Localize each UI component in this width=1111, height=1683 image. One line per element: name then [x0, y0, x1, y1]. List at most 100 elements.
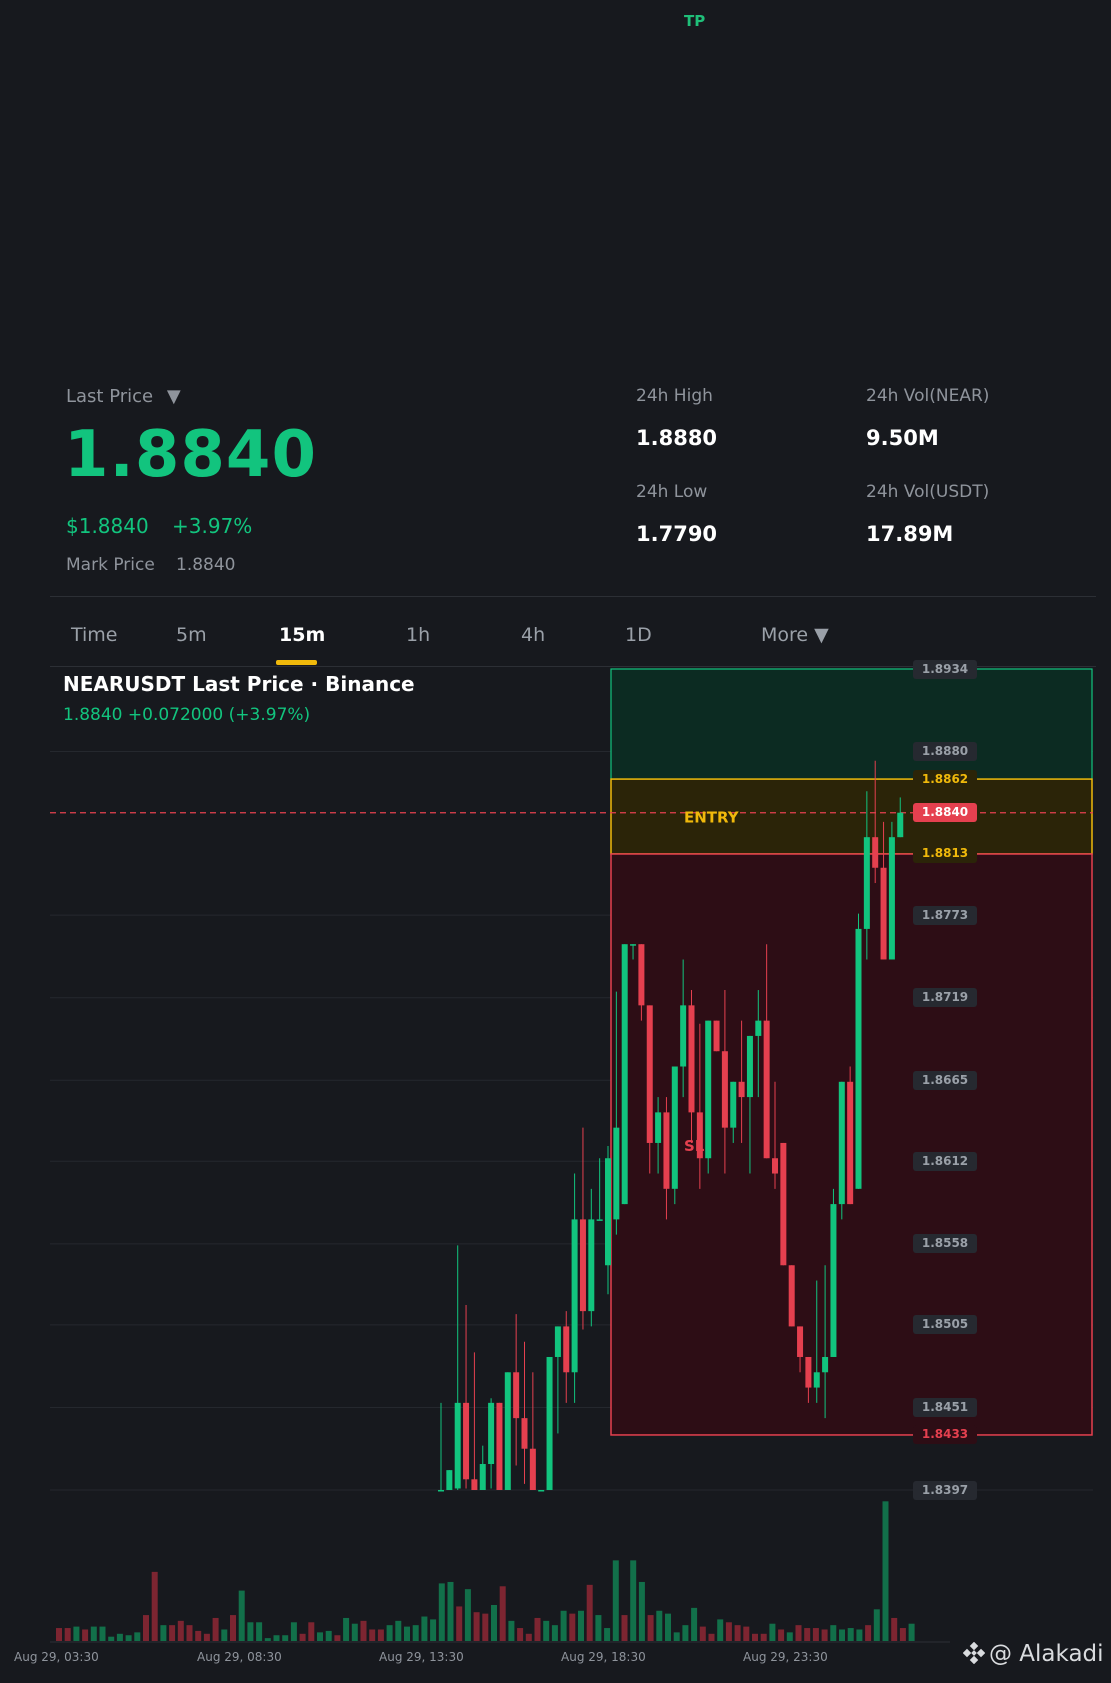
- volume-bar: [821, 1629, 828, 1641]
- price-axis-label: 1.8773: [913, 905, 977, 925]
- candle: [713, 1020, 720, 1052]
- volume-bar: [882, 1501, 889, 1641]
- volume-bar: [395, 1620, 402, 1641]
- volume-bar: [847, 1628, 854, 1641]
- volume-bar: [691, 1607, 698, 1641]
- candle: [579, 1127, 586, 1330]
- sl-label: SL: [684, 1137, 705, 1155]
- volume-bar: [212, 1617, 219, 1641]
- candle: [438, 1402, 444, 1492]
- price-axis-label: 1.8840: [913, 803, 977, 823]
- price-axis-label: 1.8558: [913, 1234, 977, 1254]
- volume-bar: [447, 1581, 454, 1641]
- price-axis-label: 1.8719: [913, 988, 977, 1008]
- volume-bar: [560, 1610, 567, 1641]
- volume-bar: [177, 1620, 184, 1641]
- volume-bar: [334, 1635, 341, 1641]
- volume-bar: [638, 1581, 645, 1641]
- volume-bar: [290, 1622, 297, 1641]
- volume-bar: [404, 1626, 410, 1641]
- volume-bar: [482, 1613, 489, 1641]
- volume-bar: [421, 1616, 428, 1641]
- candle: [488, 1398, 495, 1489]
- volume-bar: [473, 1612, 480, 1641]
- volume-bar: [186, 1625, 193, 1641]
- candle: [888, 821, 895, 960]
- volume-bar: [195, 1630, 202, 1641]
- candle: [463, 1305, 470, 1489]
- volume-bar: [351, 1623, 358, 1641]
- volume-bar: [665, 1613, 671, 1641]
- volume-bar: [656, 1610, 663, 1641]
- volume-bar: [760, 1633, 767, 1641]
- time-label: Aug 29, 18:30: [561, 1650, 646, 1664]
- volume-bar: [169, 1625, 176, 1641]
- tp-zone: [610, 668, 1093, 780]
- watermark-text: @ Alakadi: [989, 1641, 1104, 1667]
- volume-bar: [786, 1632, 793, 1641]
- candle: [705, 1020, 712, 1174]
- volume-bar: [908, 1623, 915, 1641]
- volume-bar: [230, 1615, 236, 1641]
- volume-bar: [282, 1635, 289, 1641]
- volume-bar: [203, 1633, 210, 1641]
- volume-bar: [325, 1630, 332, 1641]
- volume-bar: [812, 1628, 819, 1641]
- volume-bar: [308, 1622, 315, 1641]
- volume-bar: [595, 1615, 602, 1641]
- volume-bar: [734, 1625, 741, 1641]
- volume-bar: [508, 1620, 515, 1641]
- candle: [471, 1352, 478, 1490]
- volume-bar: [899, 1628, 906, 1641]
- volume-bar: [682, 1625, 689, 1641]
- candle: [588, 1188, 595, 1327]
- volume-bar: [247, 1622, 254, 1641]
- entry-label: ENTRY: [684, 809, 740, 827]
- volume-bar: [517, 1628, 524, 1641]
- volume-bar: [377, 1629, 384, 1641]
- volume-bar: [116, 1633, 123, 1641]
- candle: [571, 1173, 578, 1403]
- volume-bar: [708, 1633, 715, 1641]
- candle: [538, 1490, 545, 1492]
- candle: [554, 1326, 561, 1434]
- chart-price-line: 1.8840 +0.072000 (+3.97%): [63, 705, 311, 725]
- volume-bar: [856, 1629, 863, 1641]
- binance-logo-icon: [962, 1641, 986, 1665]
- price-axis-label: 1.8862: [913, 769, 977, 789]
- volume-bar: [569, 1613, 576, 1641]
- candle: [596, 1158, 603, 1221]
- candle: [605, 1146, 611, 1295]
- volume-bar: [604, 1628, 611, 1641]
- volume-bar: [412, 1625, 419, 1641]
- volume-bar: [673, 1632, 680, 1641]
- volume-bar: [73, 1626, 80, 1641]
- time-label: Aug 29, 08:30: [197, 1650, 282, 1664]
- candle: [855, 913, 862, 1189]
- candle: [529, 1372, 536, 1490]
- volume-bar: [612, 1560, 619, 1641]
- candle: [788, 1265, 795, 1327]
- volume-bar: [386, 1625, 393, 1641]
- price-axis-label: 1.8813: [913, 844, 977, 864]
- volume-bar: [456, 1606, 463, 1641]
- volume-bar: [578, 1610, 584, 1641]
- volume-bar: [108, 1636, 115, 1641]
- candle: [847, 1066, 854, 1205]
- volume-bar: [551, 1625, 558, 1641]
- candle: [621, 944, 628, 1205]
- volume-bar: [873, 1609, 880, 1641]
- volume-bar: [221, 1629, 228, 1641]
- volume-bar: [778, 1629, 785, 1641]
- volume-bar: [891, 1617, 898, 1641]
- candle: [504, 1372, 511, 1490]
- volume-bar: [125, 1635, 132, 1641]
- volume-bar: [82, 1629, 89, 1641]
- time-label: Aug 29, 03:30: [14, 1650, 99, 1664]
- candle: [513, 1314, 520, 1466]
- candle: [838, 1081, 845, 1220]
- volume-bar: [299, 1633, 306, 1641]
- volume-bar: [534, 1617, 541, 1641]
- price-axis-label: 1.8397: [913, 1480, 977, 1500]
- volume-bar: [64, 1628, 71, 1641]
